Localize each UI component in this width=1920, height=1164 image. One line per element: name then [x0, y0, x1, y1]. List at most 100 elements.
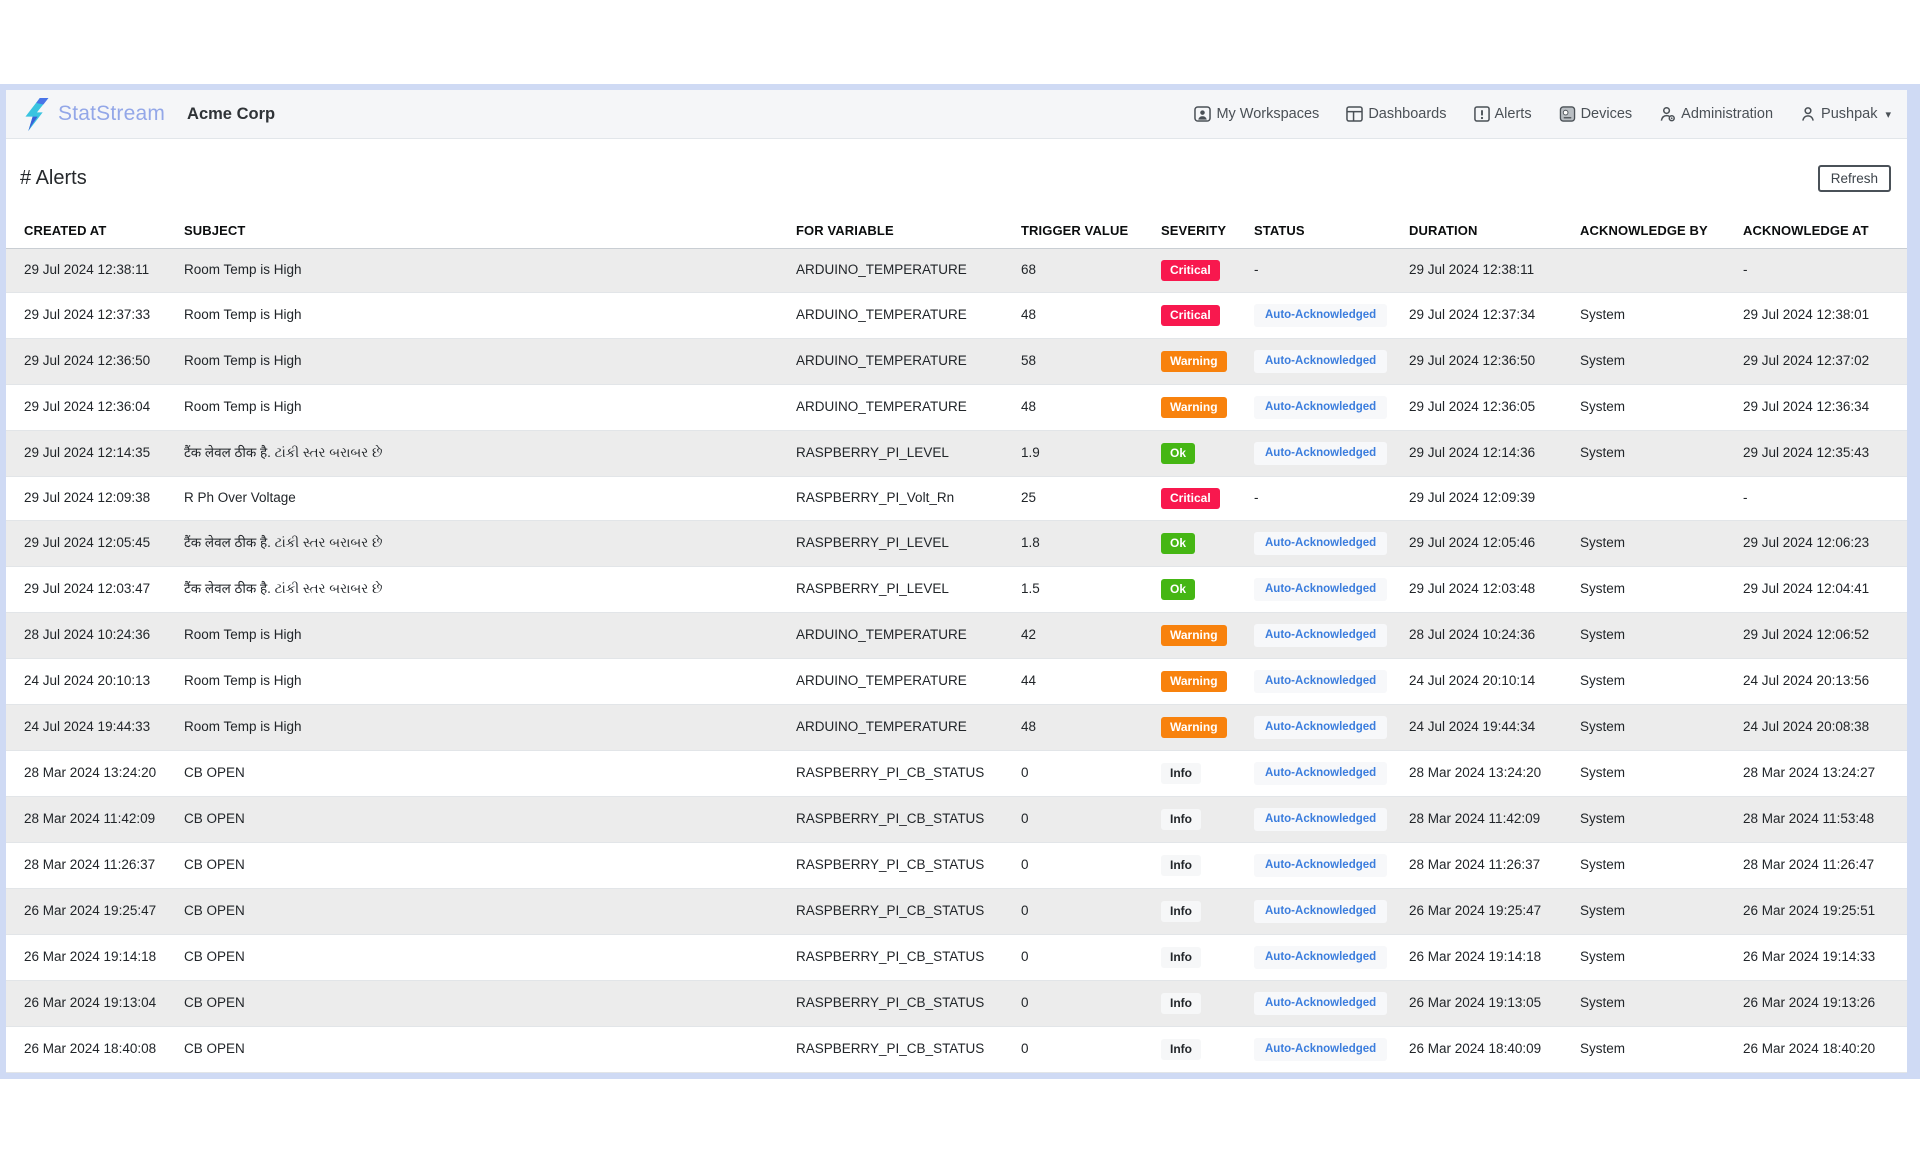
cell-duration: 29 Jul 2024 12:09:39: [1401, 476, 1572, 520]
cell-subject: CB OPEN: [176, 934, 788, 980]
cell-subject: CB OPEN: [176, 842, 788, 888]
cell-trigger-value: 44: [1013, 658, 1153, 704]
cell-acknowledge-at: 29 Jul 2024 12:35:43: [1735, 430, 1907, 476]
alerts-page: StatStream Acme Corp My WorkspacesDashbo…: [0, 84, 1920, 1079]
cell-trigger-value: 48: [1013, 384, 1153, 430]
brand-logo[interactable]: StatStream: [22, 98, 165, 131]
cell-acknowledge-at: 26 Mar 2024 19:14:33: [1735, 934, 1907, 980]
status-badge[interactable]: Auto-Acknowledged: [1254, 1038, 1387, 1061]
status-badge[interactable]: Auto-Acknowledged: [1254, 532, 1387, 555]
refresh-button[interactable]: Refresh: [1818, 165, 1891, 192]
table-row: 29 Jul 2024 12:14:35टैंक लेवल ठीक है. ટા…: [6, 430, 1907, 476]
status-badge[interactable]: Auto-Acknowledged: [1254, 900, 1387, 923]
cell-duration: 24 Jul 2024 20:10:14: [1401, 658, 1572, 704]
status-badge[interactable]: Auto-Acknowledged: [1254, 396, 1387, 419]
status-badge[interactable]: Auto-Acknowledged: [1254, 762, 1387, 785]
cell-acknowledge-at: 24 Jul 2024 20:13:56: [1735, 658, 1907, 704]
nav-item-label: My Workspaces: [1216, 106, 1319, 122]
cell-for-variable: ARDUINO_TEMPERATURE: [788, 612, 1013, 658]
table-row: 26 Mar 2024 19:14:18CB OPENRASPBERRY_PI_…: [6, 934, 1907, 980]
nav-item-label: Administration: [1681, 106, 1773, 122]
main-nav: My Workspaces Dashboards Alerts Devices Admi…: [1194, 106, 1891, 122]
cell-acknowledge-at: -: [1735, 476, 1907, 520]
status-badge[interactable]: Auto-Acknowledged: [1254, 578, 1387, 601]
status-badge[interactable]: Auto-Acknowledged: [1254, 670, 1387, 693]
cell-severity: Critical: [1153, 248, 1246, 292]
status-badge[interactable]: Auto-Acknowledged: [1254, 716, 1387, 739]
nav-item-label: Alerts: [1495, 106, 1532, 122]
cell-status: -: [1246, 476, 1401, 520]
cell-subject: CB OPEN: [176, 980, 788, 1026]
nav-item-dashboards[interactable]: Dashboards: [1346, 106, 1446, 122]
cell-status: Auto-Acknowledged: [1246, 796, 1401, 842]
nav-item-administration[interactable]: Administration: [1659, 106, 1773, 122]
status-badge[interactable]: Auto-Acknowledged: [1254, 946, 1387, 969]
cell-acknowledge-by: System: [1572, 980, 1735, 1026]
cell-trigger-value: 1.5: [1013, 566, 1153, 612]
cell-severity: Info: [1153, 842, 1246, 888]
cell-duration: 29 Jul 2024 12:03:48: [1401, 566, 1572, 612]
cell-acknowledge-at: 29 Jul 2024 12:06:52: [1735, 612, 1907, 658]
dashboards-icon: [1346, 106, 1363, 122]
cell-severity: Info: [1153, 750, 1246, 796]
severity-badge: Warning: [1161, 671, 1227, 692]
cell-severity: Warning: [1153, 704, 1246, 750]
cell-for-variable: RASPBERRY_PI_Volt_Rn: [788, 476, 1013, 520]
table-row: 28 Jul 2024 10:24:36Room Temp is HighARD…: [6, 612, 1907, 658]
cell-created-at: 28 Mar 2024 11:42:09: [6, 796, 176, 842]
cell-severity: Ok: [1153, 566, 1246, 612]
table-row: 26 Mar 2024 19:25:47CB OPENRASPBERRY_PI_…: [6, 888, 1907, 934]
status-badge[interactable]: Auto-Acknowledged: [1254, 854, 1387, 877]
cell-for-variable: RASPBERRY_PI_CB_STATUS: [788, 980, 1013, 1026]
cell-trigger-value: 0: [1013, 796, 1153, 842]
severity-badge: Warning: [1161, 717, 1227, 738]
cell-status: Auto-Acknowledged: [1246, 934, 1401, 980]
cell-trigger-value: 42: [1013, 612, 1153, 658]
cell-for-variable: RASPBERRY_PI_CB_STATUS: [788, 934, 1013, 980]
nav-item-devices[interactable]: Devices: [1559, 106, 1633, 122]
cell-subject: टैंक लेवल ठीक है. ટાંકી સ્તર બરાબર છે: [176, 430, 788, 476]
cell-subject: CB OPEN: [176, 796, 788, 842]
table-row: 29 Jul 2024 12:36:04Room Temp is HighARD…: [6, 384, 1907, 430]
nav-item-alerts[interactable]: Alerts: [1474, 106, 1532, 122]
cell-created-at: 29 Jul 2024 12:05:45: [6, 520, 176, 566]
status-badge[interactable]: Auto-Acknowledged: [1254, 808, 1387, 831]
cell-subject: Room Temp is High: [176, 384, 788, 430]
cell-trigger-value: 0: [1013, 980, 1153, 1026]
cell-severity: Warning: [1153, 384, 1246, 430]
status-badge[interactable]: Auto-Acknowledged: [1254, 624, 1387, 647]
column-header-acknowledge-at: ACKNOWLEDGE AT: [1735, 214, 1907, 249]
cell-severity: Ok: [1153, 520, 1246, 566]
severity-badge: Info: [1161, 901, 1201, 922]
cell-for-variable: RASPBERRY_PI_CB_STATUS: [788, 750, 1013, 796]
status-badge[interactable]: Auto-Acknowledged: [1254, 304, 1387, 327]
cell-subject: Room Temp is High: [176, 292, 788, 338]
cell-acknowledge-at: 29 Jul 2024 12:06:23: [1735, 520, 1907, 566]
severity-badge: Critical: [1161, 488, 1220, 509]
cell-acknowledge-by: System: [1572, 384, 1735, 430]
cell-trigger-value: 1.8: [1013, 520, 1153, 566]
status-badge[interactable]: Auto-Acknowledged: [1254, 442, 1387, 465]
alerts-table-head: CREATED ATSUBJECTFOR VARIABLETRIGGER VAL…: [6, 214, 1907, 249]
column-header-status: STATUS: [1246, 214, 1401, 249]
cell-status: Auto-Acknowledged: [1246, 842, 1401, 888]
table-row: 29 Jul 2024 12:37:33Room Temp is HighARD…: [6, 292, 1907, 338]
cell-created-at: 29 Jul 2024 12:36:50: [6, 338, 176, 384]
cell-for-variable: ARDUINO_TEMPERATURE: [788, 704, 1013, 750]
table-row: 29 Jul 2024 12:36:50Room Temp is HighARD…: [6, 338, 1907, 384]
cell-severity: Critical: [1153, 292, 1246, 338]
cell-subject: Room Temp is High: [176, 704, 788, 750]
cell-status: Auto-Acknowledged: [1246, 520, 1401, 566]
cell-for-variable: RASPBERRY_PI_LEVEL: [788, 520, 1013, 566]
nav-item-pushpak[interactable]: Pushpak▾: [1800, 106, 1891, 122]
cell-trigger-value: 0: [1013, 934, 1153, 980]
severity-badge: Info: [1161, 947, 1201, 968]
page-title: # Alerts: [20, 167, 87, 190]
cell-severity: Warning: [1153, 612, 1246, 658]
nav-item-my-workspaces[interactable]: My Workspaces: [1194, 106, 1319, 122]
cell-status: Auto-Acknowledged: [1246, 566, 1401, 612]
cell-acknowledge-by: System: [1572, 292, 1735, 338]
status-badge[interactable]: Auto-Acknowledged: [1254, 350, 1387, 373]
cell-duration: 29 Jul 2024 12:14:36: [1401, 430, 1572, 476]
status-badge[interactable]: Auto-Acknowledged: [1254, 992, 1387, 1015]
